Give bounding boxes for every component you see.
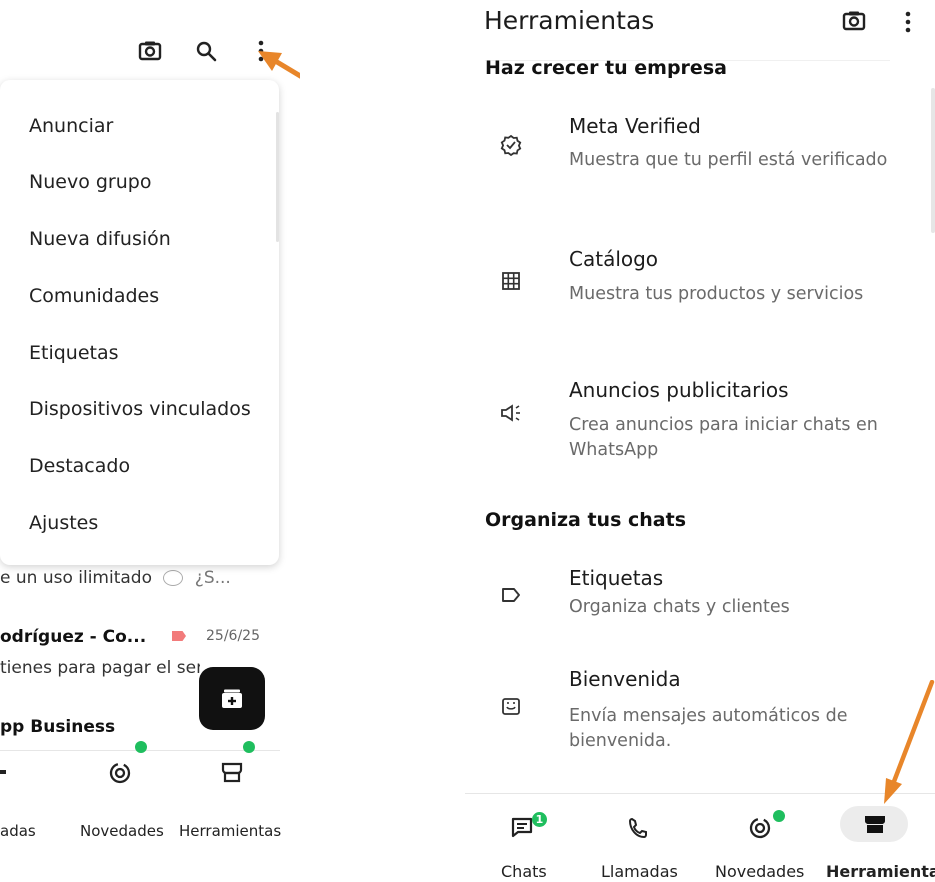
menu-item-new-broadcast[interactable]: Nueva difusión (29, 228, 171, 250)
label-icon (499, 583, 523, 607)
menu-item-communities[interactable]: Comunidades (29, 285, 159, 307)
tools-indicator-dot (243, 741, 255, 753)
camera-icon[interactable] (842, 10, 866, 36)
phone-icon (628, 817, 648, 843)
item-title: Catálogo (569, 247, 659, 271)
item-title: Etiquetas (569, 566, 664, 590)
status-indicator-dot (135, 741, 147, 753)
section-organize-chats: Organiza tus chats (485, 509, 687, 531)
menu-item-starred[interactable]: Destacado (29, 455, 130, 477)
item-subtitle: Organiza chats y clientes (569, 597, 790, 617)
menu-item-settings[interactable]: Ajustes (29, 512, 98, 534)
menu-item-advertise[interactable]: Anunciar (29, 115, 113, 137)
status-icon (748, 815, 774, 843)
nav-label-calls: Llamadas (601, 862, 678, 881)
camera-icon[interactable] (137, 38, 163, 64)
calls-icon-fragment (0, 770, 6, 774)
more-vert-icon[interactable] (904, 10, 912, 38)
menu-item-linked-devices[interactable]: Dispositivos vinculados (29, 398, 251, 420)
new-chat-icon (222, 689, 242, 708)
menu-item-new-group[interactable]: Nuevo grupo (29, 171, 151, 193)
verified-badge-icon (499, 133, 523, 157)
chat-preview: e un uso ilimitado ¿S... (0, 568, 231, 588)
nav-label-tools: Herramientas (826, 862, 935, 881)
chat-name[interactable]: pp Business (0, 717, 115, 737)
page-title: Herramientas (484, 6, 655, 35)
overflow-menu: Anunciar Nuevo grupo Nueva difusión Comu… (0, 80, 279, 565)
menu-item-labels[interactable]: Etiquetas (29, 342, 119, 364)
chat-date: 25/6/25 (206, 628, 260, 644)
nav-label-tools[interactable]: Herramientas (179, 822, 281, 840)
item-subtitle: Crea anuncios para iniciar chats en What… (569, 415, 878, 460)
search-icon[interactable] (193, 38, 219, 64)
catalog-grid-icon (499, 269, 523, 293)
unread-badge: 1 (532, 812, 547, 827)
nav-label-calls[interactable]: adas (0, 822, 36, 840)
chat-name[interactable]: odríguez - Co... (0, 627, 146, 647)
chat-bubble-icon (163, 570, 184, 586)
nav-divider (465, 793, 935, 794)
annotation-arrow (884, 680, 935, 804)
status-icon[interactable] (108, 760, 134, 788)
store-icon (864, 814, 886, 838)
scrollbar[interactable] (931, 88, 935, 233)
status-indicator-dot (773, 810, 785, 822)
item-subtitle: Envía mensajes automáticos de bienvenida… (569, 706, 848, 751)
item-subtitle: Muestra tus productos y servicios (569, 284, 864, 304)
section-grow-business: Haz crecer tu empresa (485, 57, 727, 79)
item-title: Bienvenida (569, 667, 681, 691)
megaphone-icon (499, 401, 523, 425)
label-tag-icon (172, 631, 186, 641)
store-icon[interactable] (221, 761, 243, 787)
left-screen: e un uso ilimitado ¿S... odríguez - Co..… (0, 0, 300, 882)
nav-label-updates[interactable]: Novedades (80, 822, 164, 840)
new-chat-fab[interactable] (199, 667, 265, 730)
chat-preview: tienes para pagar el servi (0, 658, 200, 678)
item-title: Anuncios publicitarios (569, 378, 789, 402)
right-screen: Herramientas Haz crecer tu empresa Meta … (465, 0, 935, 882)
item-subtitle: Muestra que tu perfil está verificado (569, 150, 888, 170)
item-title: Meta Verified (569, 114, 701, 138)
greeting-message-icon (499, 695, 523, 719)
nav-label-chats: Chats (501, 862, 547, 881)
nav-label-updates: Novedades (715, 862, 805, 881)
menu-scrollbar[interactable] (276, 112, 279, 242)
